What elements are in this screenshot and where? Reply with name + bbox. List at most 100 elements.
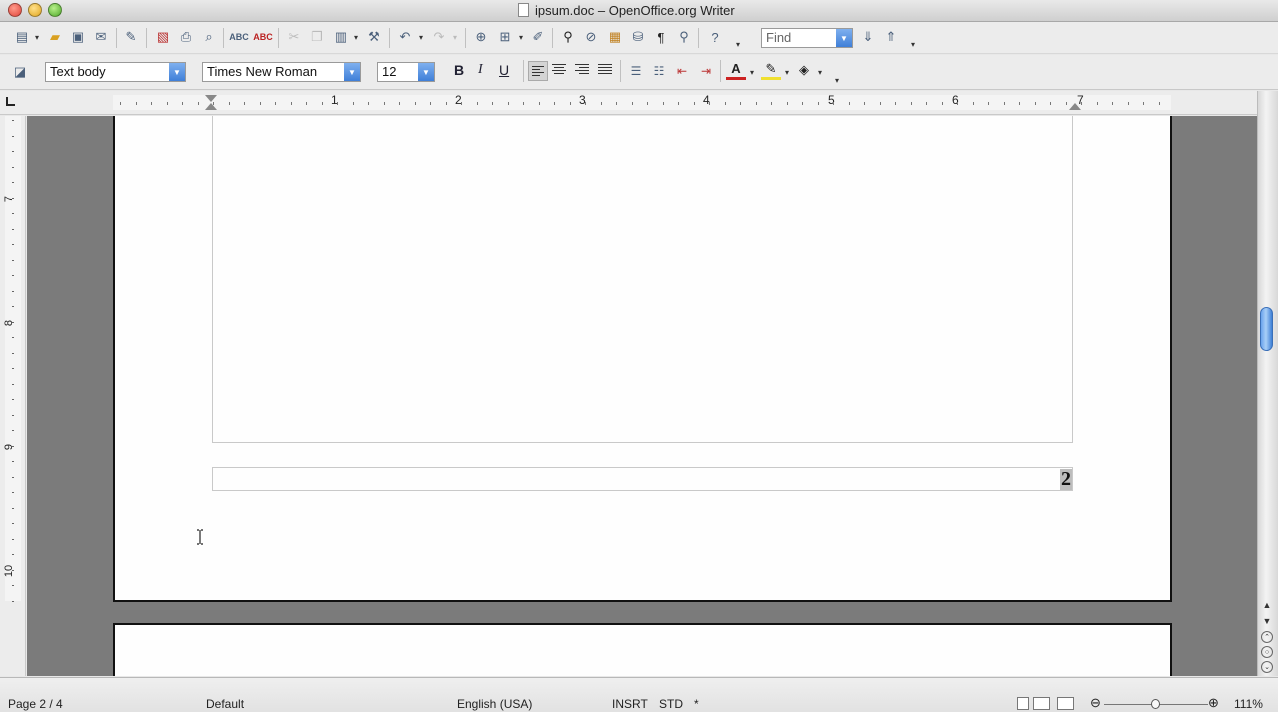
zoom-out-icon[interactable]: ⊖ (1090, 695, 1101, 711)
spellcheck-icon[interactable]: ABC (229, 27, 249, 47)
zoom-icon[interactable]: ⚲ (674, 27, 694, 47)
document-proxy-icon[interactable] (518, 3, 529, 17)
font-size-dropdown-icon[interactable]: ▼ (418, 63, 434, 81)
scroll-down-icon[interactable]: ▼ (1260, 615, 1274, 627)
bold-button[interactable]: B (454, 62, 464, 78)
find-toolbar-overflow-icon[interactable]: ▾ (908, 34, 918, 54)
align-right-icon[interactable] (575, 64, 589, 76)
page-indicator[interactable]: Page 2 / 4 (8, 697, 63, 711)
selection-mode[interactable]: STD (659, 697, 683, 711)
underline-button[interactable]: U (499, 62, 509, 78)
copy-icon[interactable]: ❐ (307, 27, 327, 47)
print-preview-icon[interactable]: ⌕ (199, 27, 219, 47)
justify-icon[interactable] (598, 64, 612, 76)
new-dropdown-icon[interactable]: ▾ (32, 27, 42, 47)
navigator-icon[interactable]: ⊘ (581, 27, 601, 47)
vertical-ruler[interactable]: 7 8 9 10 (0, 116, 26, 676)
background-color-dropdown-icon[interactable]: ▾ (815, 62, 825, 82)
highlighting-dropdown-icon[interactable]: ▾ (782, 62, 792, 82)
gallery-icon[interactable]: ▦ (605, 27, 625, 47)
align-left-icon[interactable] (528, 61, 548, 81)
italic-button[interactable]: I (478, 62, 483, 78)
formatting-overflow-icon[interactable]: ▾ (832, 70, 842, 90)
font-size-select[interactable]: 12 ▼ (377, 62, 435, 82)
numbering-icon[interactable]: ☰ (626, 61, 646, 81)
table-dropdown-icon[interactable]: ▾ (516, 27, 526, 47)
bullets-icon[interactable]: ☷ (649, 61, 669, 81)
scrollbar-thumb[interactable] (1260, 307, 1273, 351)
print-icon[interactable]: ⎙ (176, 27, 196, 47)
font-name-dropdown-icon[interactable]: ▼ (344, 63, 360, 81)
autospellcheck-icon[interactable]: ABC (253, 27, 273, 47)
close-window-button[interactable] (8, 3, 22, 17)
paragraph-style-dropdown-icon[interactable]: ▼ (169, 63, 185, 81)
document-canvas[interactable]: 2 (27, 116, 1257, 676)
find-next-icon[interactable]: ⇓ (858, 27, 878, 47)
pdf-icon[interactable]: ▧ (153, 27, 173, 47)
data-sources-icon[interactable]: ⛁ (628, 27, 648, 47)
new-icon[interactable]: ▤ (12, 27, 32, 47)
zoom-window-button[interactable] (48, 3, 62, 17)
h-ruler-tick (554, 102, 555, 105)
find-previous-icon[interactable]: ⇑ (881, 27, 901, 47)
redo-icon[interactable]: ↷ (429, 27, 449, 47)
nonprinting-characters-icon[interactable]: ¶ (651, 27, 671, 47)
navigation-icon[interactable]: ○ (1261, 646, 1273, 658)
cut-icon[interactable]: ✂ (284, 27, 304, 47)
highlighting-icon[interactable]: ✎ (761, 60, 781, 80)
text-body-area[interactable] (212, 116, 1073, 443)
book-view-icon[interactable] (1057, 697, 1074, 710)
undo-icon[interactable]: ↶ (395, 27, 415, 47)
table-icon[interactable]: ⊞ (495, 27, 515, 47)
save-icon[interactable]: ▣ (68, 27, 88, 47)
paragraph-style-select[interactable]: Text body ▼ (45, 62, 186, 82)
h-ruler-tick (244, 102, 245, 105)
zoom-slider-handle[interactable] (1151, 699, 1160, 709)
single-page-view-icon[interactable] (1017, 697, 1029, 710)
clone-format-icon[interactable]: ⚒ (364, 27, 384, 47)
page-number-field[interactable]: 2 (1060, 469, 1072, 490)
zoom-in-icon[interactable]: ⊕ (1208, 695, 1219, 711)
styles-formatting-icon[interactable]: ◪ (10, 62, 30, 82)
zoom-percentage[interactable]: 111% (1234, 697, 1263, 711)
hyperlink-icon[interactable]: ⊕ (471, 27, 491, 47)
find-dropdown-icon[interactable]: ▼ (836, 29, 852, 47)
previous-page-icon[interactable]: ⌃ (1261, 631, 1273, 643)
background-color-icon[interactable]: ◈ (794, 60, 814, 80)
align-center-icon[interactable] (552, 64, 566, 76)
horizontal-ruler[interactable]: 1 2 3 4 5 6 7 (0, 91, 1257, 115)
help-icon[interactable]: ? (705, 27, 725, 47)
paste-icon[interactable]: ▥ (331, 27, 351, 47)
page-footer[interactable]: 2 (212, 467, 1073, 491)
open-icon[interactable]: ▰ (45, 27, 65, 47)
language[interactable]: English (USA) (457, 697, 532, 711)
multi-page-view-icon[interactable] (1033, 697, 1050, 710)
first-line-indent-marker[interactable] (205, 95, 217, 102)
h-ruler-tick (120, 102, 121, 105)
draw-functions-icon[interactable]: ✐ (528, 27, 548, 47)
scroll-up-icon[interactable]: ▲ (1260, 599, 1274, 611)
tab-type-selector[interactable] (6, 97, 15, 106)
page-3[interactable] (113, 623, 1172, 676)
insert-mode[interactable]: INSRT (612, 697, 648, 711)
h-ruler-tick (430, 102, 431, 105)
find-replace-icon[interactable]: ⚲ (558, 27, 578, 47)
undo-dropdown-icon[interactable]: ▾ (416, 27, 426, 47)
page-2[interactable]: 2 (113, 116, 1172, 602)
find-input[interactable]: Find ▼ (761, 28, 853, 48)
left-indent-marker[interactable] (205, 103, 217, 110)
increase-indent-icon[interactable]: ⇥ (696, 61, 716, 81)
email-icon[interactable]: ✉ (91, 27, 111, 47)
vertical-scrollbar[interactable]: ▲ ▼ ⌃ ○ ⌄ (1257, 91, 1278, 676)
toolbar-overflow-icon[interactable]: ▾ (733, 34, 743, 54)
font-name-select[interactable]: Times New Roman ▼ (202, 62, 361, 82)
font-color-dropdown-icon[interactable]: ▾ (747, 62, 757, 82)
page-style[interactable]: Default (206, 697, 244, 711)
decrease-indent-icon[interactable]: ⇤ (672, 61, 692, 81)
minimize-window-button[interactable] (28, 3, 42, 17)
edit-file-icon[interactable]: ✎ (121, 27, 141, 47)
next-page-icon[interactable]: ⌄ (1261, 661, 1273, 673)
paste-dropdown-icon[interactable]: ▾ (351, 27, 361, 47)
font-color-icon[interactable]: A (726, 60, 746, 80)
redo-dropdown-icon[interactable]: ▾ (450, 27, 460, 47)
